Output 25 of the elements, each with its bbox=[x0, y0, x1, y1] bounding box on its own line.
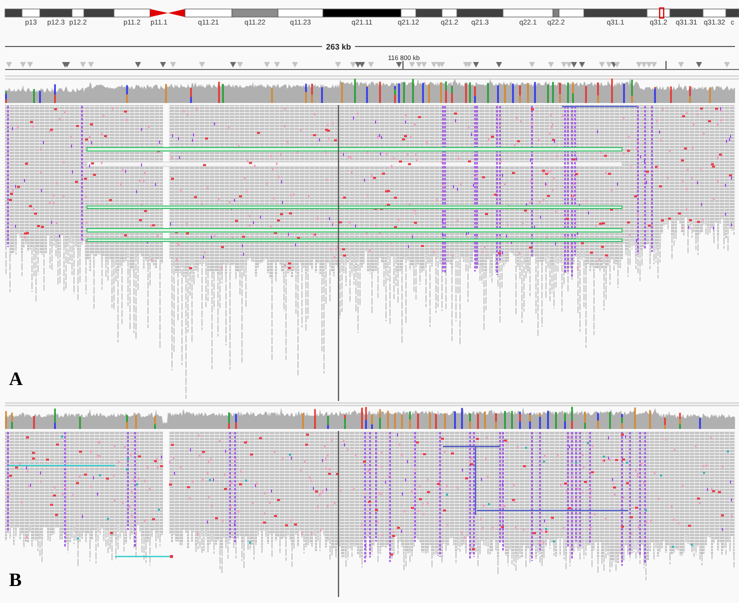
triangle-marker bbox=[88, 62, 94, 68]
panel-label: B bbox=[9, 571, 22, 590]
triangle-marker bbox=[548, 62, 554, 68]
triangle-marker bbox=[678, 62, 684, 68]
triangle-marker bbox=[274, 62, 280, 68]
triangle-marker bbox=[724, 62, 730, 68]
triangle-marker bbox=[6, 62, 12, 68]
triangle-marker bbox=[529, 62, 535, 68]
triangle-marker bbox=[292, 62, 298, 68]
triangle-marker bbox=[199, 62, 205, 68]
triangle-marker bbox=[696, 62, 702, 68]
panel-label: A bbox=[9, 370, 23, 389]
read-pair-line bbox=[115, 555, 173, 558]
triangle-marker bbox=[396, 62, 402, 68]
triangle-marker bbox=[368, 62, 374, 68]
triangle-marker bbox=[135, 62, 141, 68]
triangle-marker bbox=[496, 62, 502, 68]
triangle-marker bbox=[170, 62, 176, 68]
tick-mark bbox=[402, 60, 404, 70]
triangle-marker bbox=[335, 62, 341, 68]
triangle-marker bbox=[80, 62, 86, 68]
triangle-marker bbox=[579, 62, 585, 68]
triangle-marker bbox=[264, 62, 270, 68]
triangle-marker bbox=[160, 62, 166, 68]
scale-label: 263 kb bbox=[326, 42, 351, 52]
